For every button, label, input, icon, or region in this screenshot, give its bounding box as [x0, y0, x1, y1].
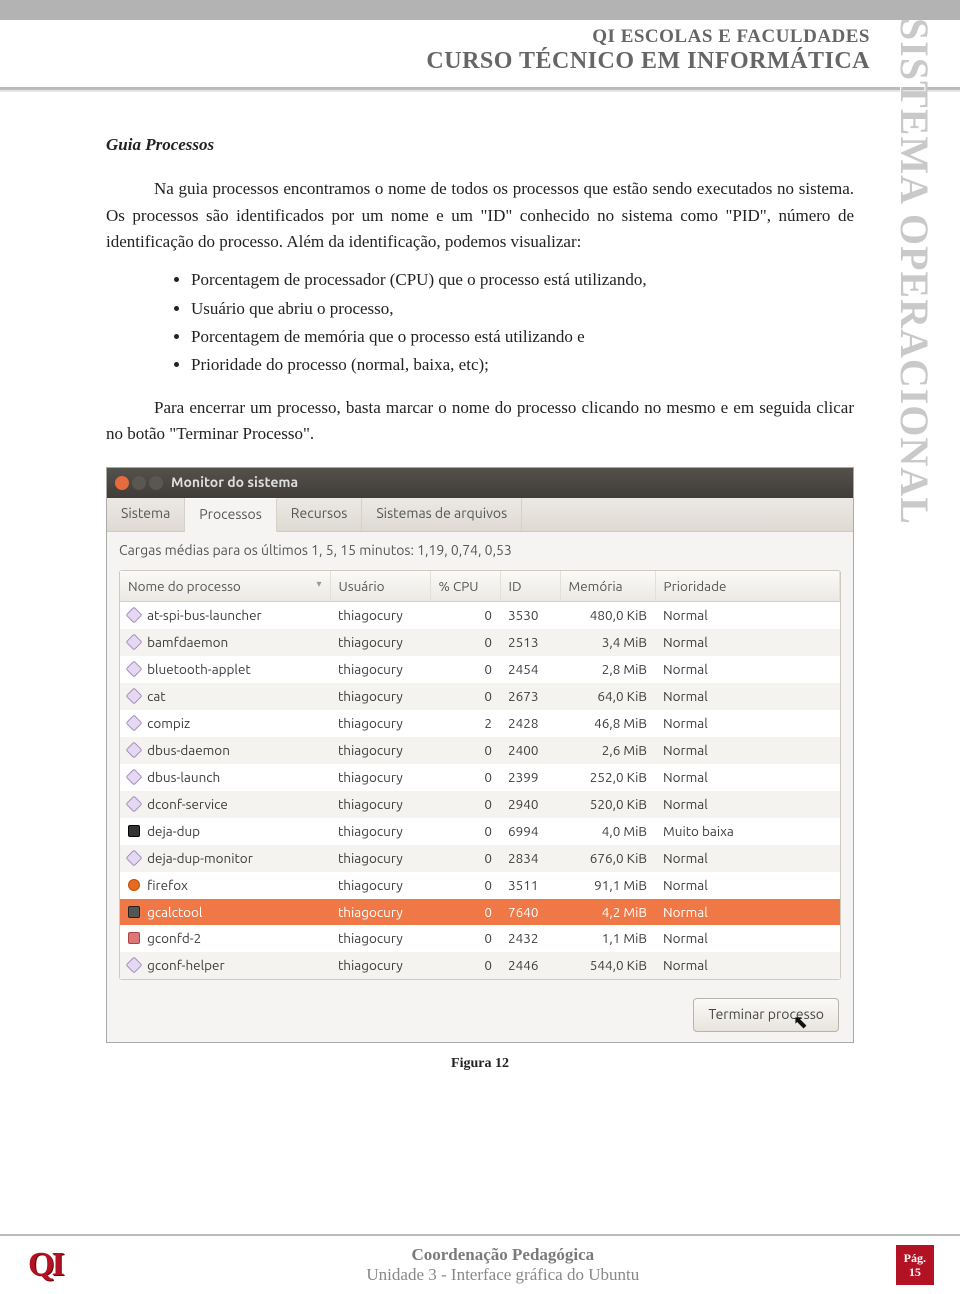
process-icon: [126, 607, 143, 624]
col-user[interactable]: Usuário: [330, 571, 430, 602]
header-line2: CURSO TÉCNICO EM INFORMÁTICA: [0, 48, 870, 75]
bullet-item: Usuário que abriu o processo,: [191, 296, 854, 322]
header-line1: QI ESCOLAS E FACULDADES: [0, 26, 870, 48]
table-row[interactable]: bamfdaemonthiagocury025133,4 MiBNormal: [120, 629, 840, 656]
side-chapter-label: SISTEMA OPERACIONAL: [891, 18, 938, 525]
process-icon: [126, 849, 143, 866]
process-icon: [126, 768, 143, 785]
page-number-badge: Pág. 15: [896, 1245, 934, 1286]
window-titlebar[interactable]: Monitor do sistema: [107, 468, 853, 498]
doc-header: QI ESCOLAS E FACULDADES CURSO TÉCNICO EM…: [0, 20, 960, 83]
table-row[interactable]: deja-dup-monitorthiagocury02834676,0 KiB…: [120, 845, 840, 872]
process-icon: [128, 879, 140, 891]
process-icon: [128, 825, 140, 837]
page-footer: QI Coordenação Pedagógica Unidade 3 - In…: [0, 1234, 960, 1294]
table-row[interactable]: dbus-launchthiagocury02399252,0 KiBNorma…: [120, 764, 840, 791]
figure-caption: Figura 12: [106, 1053, 854, 1075]
load-averages-text: Cargas médias para os últimos 1, 5, 15 m…: [107, 532, 853, 570]
table-row[interactable]: firefoxthiagocury0351191,1 MiBNormal: [120, 872, 840, 899]
close-icon[interactable]: [115, 476, 129, 490]
process-icon: [126, 795, 143, 812]
table-row[interactable]: deja-dupthiagocury069944,0 MiBMuito baix…: [120, 818, 840, 845]
table-row[interactable]: gcalctoolthiagocury076404,2 MiBNormal: [120, 899, 840, 926]
tab-recursos[interactable]: Recursos: [277, 498, 363, 531]
process-icon: [126, 688, 143, 705]
cursor-icon: ⬉: [793, 1009, 808, 1037]
process-table-wrap: Nome do processo▾ Usuário % CPU ID Memór…: [119, 570, 841, 981]
tab-sistemas-arquivos[interactable]: Sistemas de arquivos: [362, 498, 522, 531]
minimize-icon[interactable]: [132, 476, 146, 490]
table-row[interactable]: dbus-daemonthiagocury024002,6 MiBNormal: [120, 737, 840, 764]
process-icon: [126, 742, 143, 759]
process-icon: [126, 715, 143, 732]
window-title: Monitor do sistema: [171, 472, 298, 494]
table-row[interactable]: at-spi-bus-launcherthiagocury03530480,0 …: [120, 602, 840, 629]
process-icon: [126, 661, 143, 678]
process-icon: [128, 906, 140, 918]
bullet-item: Porcentagem de processador (CPU) que o p…: [191, 267, 854, 293]
col-mem[interactable]: Memória: [560, 571, 655, 602]
table-row[interactable]: bluetooth-appletthiagocury024542,8 MiBNo…: [120, 656, 840, 683]
sort-indicator-icon: ▾: [316, 576, 321, 592]
terminate-process-button[interactable]: Terminar processo ⬉: [693, 998, 839, 1032]
process-icon: [128, 932, 140, 944]
col-id[interactable]: ID: [500, 571, 560, 602]
table-row[interactable]: gconf-helperthiagocury02446544,0 KiBNorm…: [120, 952, 840, 979]
paragraph-intro: Na guia processos encontramos o nome de …: [106, 176, 854, 255]
footer-line2: Unidade 3 - Interface gráfica do Ubuntu: [110, 1265, 896, 1285]
table-row[interactable]: catthiagocury0267364,0 KiBNormal: [120, 683, 840, 710]
col-pri[interactable]: Prioridade: [655, 571, 840, 602]
process-icon: [126, 634, 143, 651]
col-cpu[interactable]: % CPU: [430, 571, 500, 602]
qi-logo: QI: [0, 1246, 110, 1284]
table-row[interactable]: gconfd-2thiagocury024321,1 MiBNormal: [120, 925, 840, 952]
col-name[interactable]: Nome do processo▾: [120, 571, 330, 602]
bullet-list: Porcentagem de processador (CPU) que o p…: [106, 267, 854, 378]
top-stripe: [0, 0, 960, 20]
footer-line1: Coordenação Pedagógica: [110, 1245, 896, 1265]
bullet-item: Prioridade do processo (normal, baixa, e…: [191, 352, 854, 378]
system-monitor-window: Monitor do sistema Sistema Processos Rec…: [106, 467, 854, 1043]
paragraph-terminate: Para encerrar um processo, basta marcar …: [106, 395, 854, 448]
maximize-icon[interactable]: [149, 476, 163, 490]
table-row[interactable]: dconf-servicethiagocury02940520,0 KiBNor…: [120, 791, 840, 818]
bullet-item: Porcentagem de memória que o processo es…: [191, 324, 854, 350]
table-row[interactable]: compizthiagocury2242846,8 MiBNormal: [120, 710, 840, 737]
process-table: Nome do processo▾ Usuário % CPU ID Memór…: [120, 571, 840, 980]
section-title: Guia Processos: [106, 132, 854, 158]
tab-sistema[interactable]: Sistema: [107, 498, 185, 531]
tab-bar: Sistema Processos Recursos Sistemas de a…: [107, 498, 853, 532]
process-icon: [126, 957, 143, 974]
tab-processos[interactable]: Processos: [185, 498, 276, 532]
